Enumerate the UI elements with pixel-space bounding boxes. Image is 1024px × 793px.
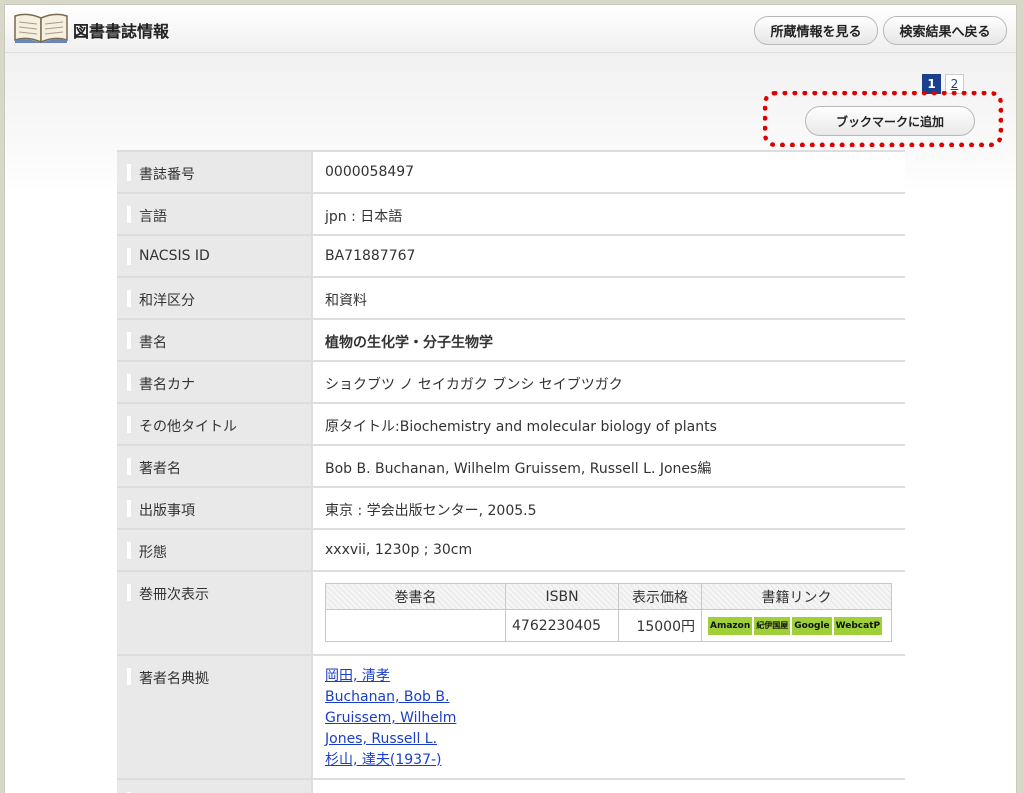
author-authority-link[interactable]: 岡田, 清孝 [325,666,905,687]
field-row: 書名カナ ショクブツ ノ セイカガク ブンシ セイブツガク [117,362,905,404]
webcatp-link[interactable]: WebcatP [833,616,883,635]
field-value: 東京 : 学会出版センター, 2005.5 [313,488,905,528]
field-row: 言語 jpn : 日本語 [117,194,905,236]
field-label: 和洋区分 [117,278,313,318]
bibliographic-detail-table: 書誌番号 0000058497 言語 jpn : 日本語 NACSIS ID B… [117,150,905,793]
field-value: 原タイトル:Biochemistry and molecular biology… [313,404,905,444]
volumes-cell: 巻書名 ISBN 表示価格 書籍リンク 4762230405 15000円 Am… [313,572,905,654]
field-label: 書名カナ [117,362,313,402]
field-label: 巻冊次表示 [117,572,313,654]
field-value: Bob B. Buchanan, Wilhelm Gruissem, Russe… [313,446,905,486]
field-value: 植物の生化学・分子生物学 [313,320,905,360]
book-links: Amazon 紀伊国屋 Google WebcatP [708,616,885,635]
field-label: 書誌番号 [117,152,313,192]
field-row: 出版事項 東京 : 学会出版センター, 2005.5 [117,488,905,530]
field-row: その他タイトル 原タイトル:Biochemistry and molecular… [117,404,905,446]
field-label: その他タイトル [117,404,313,444]
field-value: ショクブツ ノ セイカガク ブンシ セイブツガク [313,362,905,402]
page-header: 図書書誌情報 所蔵情報を見る 検索結果へ戻る [5,5,1016,53]
field-row: 形態 xxxvii, 1230p ; 30cm [117,530,905,572]
field-value: BA71887767 [313,236,905,276]
authorities-cell: 岡田, 清孝 Buchanan, Bob B. Gruissem, Wilhel… [313,656,905,778]
open-book-icon [14,13,68,44]
google-link[interactable]: Google [792,616,832,635]
column-header: 巻書名 [325,583,506,610]
book-links-cell: Amazon 紀伊国屋 Google WebcatP [701,609,892,642]
field-label: NACSIS ID [117,236,313,276]
authorities-row: 著者名典拠 岡田, 清孝 Buchanan, Bob B. Gruissem, … [117,656,905,780]
page-title: 図書書誌情報 [73,22,170,41]
field-value: jpn : 日本語 [313,194,905,234]
field-row: 著者名 Bob B. Buchanan, Wilhelm Gruissem, R… [117,446,905,488]
column-header: 書籍リンク [701,583,892,610]
table-row: 4762230405 15000円 Amazon 紀伊国屋 Google Web… [325,609,892,642]
field-label: 言語 [117,194,313,234]
field-label: 出版事項 [117,488,313,528]
field-label: 著者名典拠 [117,656,313,778]
field-row: 書誌番号 0000058497 [117,152,905,194]
back-to-results-button[interactable]: 検索結果へ戻る [883,16,1007,45]
field-row [117,780,905,793]
author-authority-link[interactable]: Buchanan, Bob B. [325,687,905,708]
price-cell: 15000円 [618,609,702,642]
volume-title-cell [325,609,506,642]
author-authority-link[interactable]: Jones, Russell L. [325,729,905,750]
field-row: 和洋区分 和資料 [117,278,905,320]
field-value [313,780,905,793]
column-header: 表示価格 [618,583,702,610]
field-label: 著者名 [117,446,313,486]
author-authority-link[interactable]: 杉山, 達夫(1937-) [325,750,905,771]
field-label: 形態 [117,530,313,570]
column-header: ISBN [505,583,619,610]
field-label [117,780,313,793]
field-value: xxxvii, 1230p ; 30cm [313,530,905,570]
volumes-table: 巻書名 ISBN 表示価格 書籍リンク 4762230405 15000円 Am… [325,583,892,642]
isbn-cell: 4762230405 [505,609,619,642]
volumes-row: 巻冊次表示 巻書名 ISBN 表示価格 書籍リンク 4762230405 150… [117,572,905,656]
field-row: 書名 植物の生化学・分子生物学 [117,320,905,362]
add-bookmark-button[interactable]: ブックマークに追加 [805,106,975,136]
field-row: NACSIS ID BA71887767 [117,236,905,278]
author-authority-link[interactable]: Gruissem, Wilhelm [325,708,905,729]
field-value: 和資料 [313,278,905,318]
kinokuniya-link[interactable]: 紀伊国屋 [754,616,791,635]
view-holdings-button[interactable]: 所蔵情報を見る [754,16,878,45]
page-frame: 図書書誌情報 所蔵情報を見る 検索結果へ戻る 1 2 ブックマークに追加 書誌番… [4,4,1017,793]
amazon-link[interactable]: Amazon [708,616,753,635]
field-value: 0000058497 [313,152,905,192]
field-label: 書名 [117,320,313,360]
